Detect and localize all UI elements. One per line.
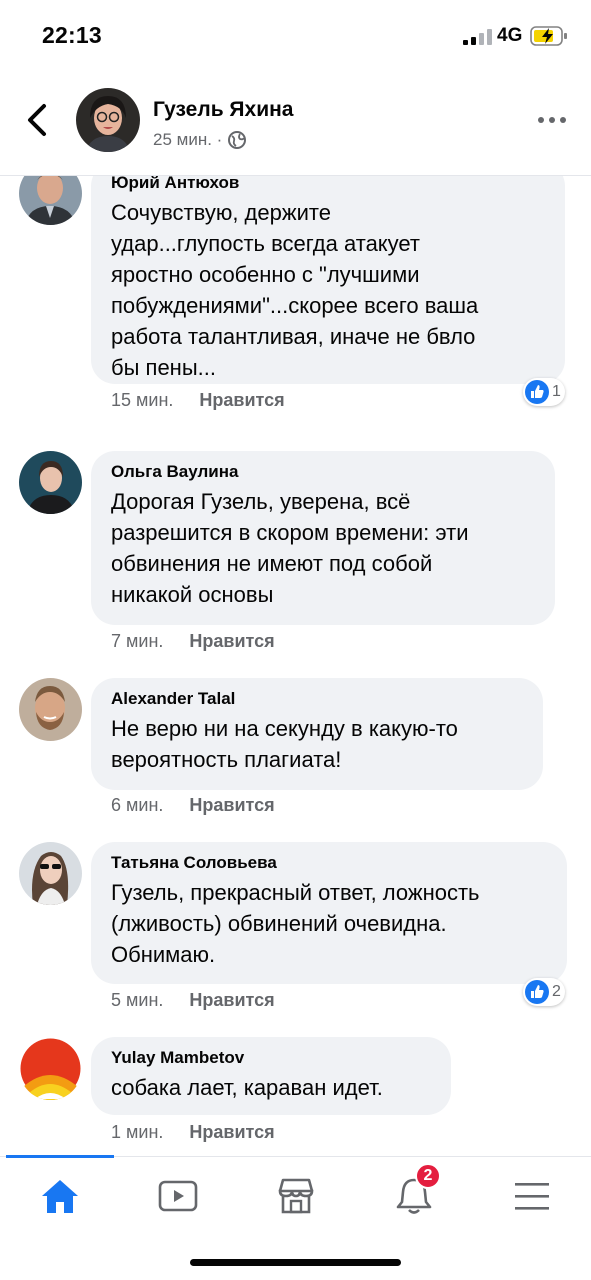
marketplace-icon <box>278 1178 314 1214</box>
home-icon <box>42 1180 78 1213</box>
like-button[interactable]: Нравится <box>199 390 284 411</box>
like-button[interactable]: Нравится <box>189 795 274 816</box>
comment-text: Сочувствую, держите удар...глупость всег… <box>111 200 479 380</box>
comment-bubble: Татьяна Соловьева Гузель, прекрасный отв… <box>91 842 567 984</box>
comment-text: Гузель, прекрасный ответ, ложность (лжив… <box>111 880 480 967</box>
avatar[interactable] <box>19 678 82 741</box>
comment-time: 1 мин. <box>111 1122 164 1142</box>
avatar[interactable] <box>19 842 82 905</box>
notifications-badge: 2 <box>415 1163 441 1189</box>
comment-bubble: Alexander Talal Не верю ни на секунду в … <box>91 678 543 790</box>
avatar[interactable] <box>19 451 82 514</box>
comment-meta: 7 мин. Нравится <box>111 631 275 652</box>
home-indicator <box>190 1259 401 1266</box>
globe-icon <box>228 131 247 149</box>
avatar[interactable] <box>19 1037 82 1100</box>
avatar[interactable] <box>19 176 82 225</box>
status-bar: 22:13 4G <box>0 0 591 70</box>
more-icon[interactable] <box>536 115 568 125</box>
comment-time: 5 мин. <box>111 990 164 1010</box>
comment-author[interactable]: Ольга Ваулина <box>111 461 537 483</box>
signal-icon <box>463 29 492 45</box>
comment-meta: 6 мин. Нравится <box>111 795 275 816</box>
comment-author[interactable]: Yulay Mambetov <box>111 1047 433 1069</box>
menu-icon <box>515 1183 549 1210</box>
like-button[interactable]: Нравится <box>189 990 274 1011</box>
comment-bubble: Юрий Антюхов Сочувствую, держите удар...… <box>91 176 565 384</box>
comment-text: Не верю ни на секунду в какую-то вероятн… <box>111 716 458 772</box>
video-icon <box>158 1180 198 1212</box>
comment-meta: 5 мин. Нравится <box>111 990 275 1011</box>
post-meta: 25 мин. · <box>153 130 247 150</box>
comment-time: 15 мин. <box>111 390 174 410</box>
page-title[interactable]: Гузель Яхина <box>153 98 293 122</box>
tab-notifications[interactable]: 2 <box>384 1163 444 1221</box>
comment-author[interactable]: Alexander Talal <box>111 688 525 710</box>
comment-meta: 1 мин. Нравится <box>111 1122 275 1143</box>
reaction-number: 1 <box>552 383 561 400</box>
tab-home[interactable] <box>30 1171 90 1221</box>
reaction-count[interactable]: 1 <box>523 378 565 406</box>
active-tab-indicator <box>6 1155 114 1158</box>
comment-author[interactable]: Юрий Антюхов <box>111 176 547 194</box>
network-label: 4G <box>497 25 523 46</box>
like-button[interactable]: Нравится <box>189 1122 274 1143</box>
comment-time: 6 мин. <box>111 795 164 815</box>
comment-time: 7 мин. <box>111 631 164 651</box>
avatar[interactable] <box>76 88 140 152</box>
back-icon[interactable] <box>22 102 52 138</box>
reaction-count[interactable]: 2 <box>523 978 565 1006</box>
comment-author[interactable]: Татьяна Соловьева <box>111 852 549 874</box>
like-icon <box>525 980 549 1004</box>
comments-list: Юрий Антюхов Сочувствую, держите удар...… <box>0 176 591 1156</box>
comment-bubble: Yulay Mambetov собака лает, караван идет… <box>91 1037 451 1115</box>
post-time: 25 мин. · <box>153 130 223 149</box>
comment-meta: 15 мин. Нравится <box>111 390 285 411</box>
comment-text: собака лает, караван идет. <box>111 1075 383 1100</box>
reaction-number: 2 <box>552 983 561 1000</box>
comment-bubble: Ольга Ваулина Дорогая Гузель, уверена, в… <box>91 451 555 625</box>
like-button[interactable]: Нравится <box>189 631 274 652</box>
comment-text: Дорогая Гузель, уверена, всё разрешится … <box>111 489 469 607</box>
tab-video[interactable] <box>148 1171 208 1221</box>
post-header: Гузель Яхина 25 мин. · <box>0 70 591 176</box>
tab-marketplace[interactable] <box>266 1171 326 1221</box>
tab-menu[interactable] <box>502 1171 562 1221</box>
like-icon <box>525 380 549 404</box>
status-time: 22:13 <box>42 22 102 48</box>
battery-icon <box>530 26 567 46</box>
